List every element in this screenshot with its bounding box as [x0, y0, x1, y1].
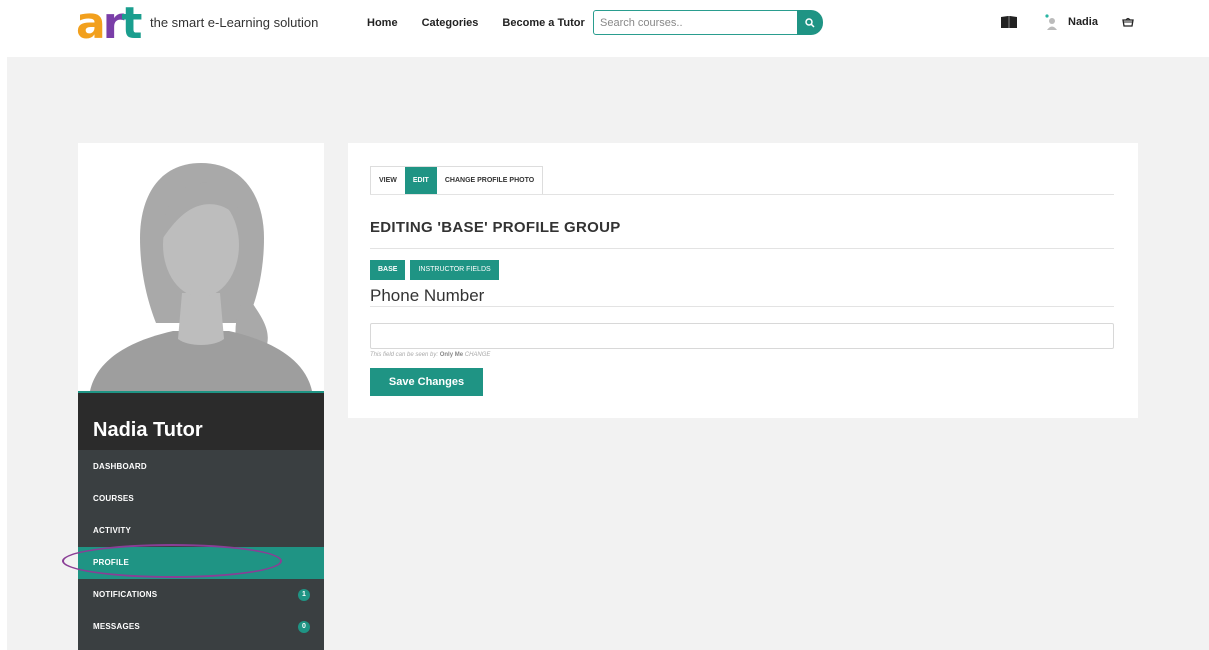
profile-photo [78, 143, 324, 393]
menu-item-messages[interactable]: MESSAGES 0 [78, 611, 324, 643]
profile-tabs: VIEW EDIT CHANGE PROFILE PHOTO [370, 166, 544, 195]
save-changes-button[interactable]: Save Changes [370, 368, 483, 396]
notifications-count-badge: 1 [298, 589, 310, 601]
menu-item-label: ACTIVITY [93, 526, 132, 535]
menu-item-profile[interactable]: PROFILE [78, 547, 324, 579]
menu-item-activity[interactable]: ACTIVITY [78, 515, 324, 547]
search-icon [805, 17, 815, 28]
menu-item-label: COURSES [93, 494, 134, 503]
menu-item-label: DASHBOARD [93, 462, 147, 471]
avatar-placeholder-icon [90, 163, 312, 391]
nav-categories[interactable]: Categories [422, 17, 479, 29]
search-button[interactable] [797, 10, 823, 35]
user-avatar-icon[interactable] [1044, 14, 1058, 30]
page-title: EDITING 'BASE' PROFILE GROUP [370, 219, 621, 236]
menu-item-label: NOTIFICATIONS [93, 590, 158, 599]
visibility-change-link[interactable]: CHANGE [465, 352, 491, 358]
site-tagline: the smart e-Learning solution [150, 15, 319, 30]
menu-item-notifications[interactable]: NOTIFICATIONS 1 [78, 579, 324, 611]
main-nav: Home Categories Become a Tutor [367, 17, 585, 29]
basket-icon[interactable] [1122, 17, 1134, 27]
phone-number-input[interactable] [370, 323, 1114, 349]
visibility-value: Only Me [439, 352, 464, 358]
logo-letter-r: r [102, 0, 125, 49]
label-divider [370, 306, 1114, 307]
book-icon[interactable] [1000, 15, 1018, 29]
search-input[interactable] [593, 10, 799, 35]
profile-name-block: Nadia Tutor [78, 393, 324, 451]
heading-divider [370, 248, 1114, 249]
profile-group-tabs: BASE INSTRUCTOR FIELDS [370, 260, 499, 280]
tab-edit[interactable]: EDIT [404, 167, 437, 194]
profile-menu: DASHBOARD COURSES ACTIVITY PROFILE NOTIF… [78, 450, 324, 650]
menu-item-label: MESSAGES [93, 622, 140, 631]
search-bar [593, 10, 823, 35]
nav-home[interactable]: Home [367, 17, 398, 29]
menu-item-dashboard[interactable]: DASHBOARD [78, 451, 324, 483]
menu-item-label: PROFILE [93, 558, 130, 567]
header-user-area: Nadia [1000, 14, 1134, 30]
tab-change-profile-photo[interactable]: CHANGE PROFILE PHOTO [437, 167, 542, 194]
tabs-divider [370, 194, 1114, 195]
field-visibility-note: This field can be seen by: Only Me CHANG… [370, 352, 490, 358]
group-tab-instructor-fields[interactable]: INSTRUCTOR FIELDS [410, 260, 499, 280]
nav-become-tutor[interactable]: Become a Tutor [502, 17, 584, 29]
user-name[interactable]: Nadia [1068, 16, 1098, 28]
phone-number-label: Phone Number [370, 286, 485, 305]
logo-letter-a: a [76, 0, 106, 49]
profile-sidebar: Nadia Tutor DASHBOARD COURSES ACTIVITY P… [78, 143, 324, 650]
tab-view[interactable]: VIEW [371, 167, 405, 194]
profile-edit-card: VIEW EDIT CHANGE PROFILE PHOTO EDITING '… [348, 143, 1138, 418]
group-tab-base[interactable]: BASE [370, 260, 406, 280]
logo-letter-t: t [121, 0, 143, 49]
messages-count-badge: 0 [298, 621, 310, 633]
site-header: a r t the smart e-Learning solution Home… [0, 0, 1209, 48]
site-logo[interactable]: a r t [76, 0, 143, 49]
menu-item-courses[interactable]: COURSES [78, 483, 324, 515]
visibility-prefix: This field can be seen by: [370, 352, 439, 358]
profile-name: Nadia Tutor [93, 419, 203, 441]
